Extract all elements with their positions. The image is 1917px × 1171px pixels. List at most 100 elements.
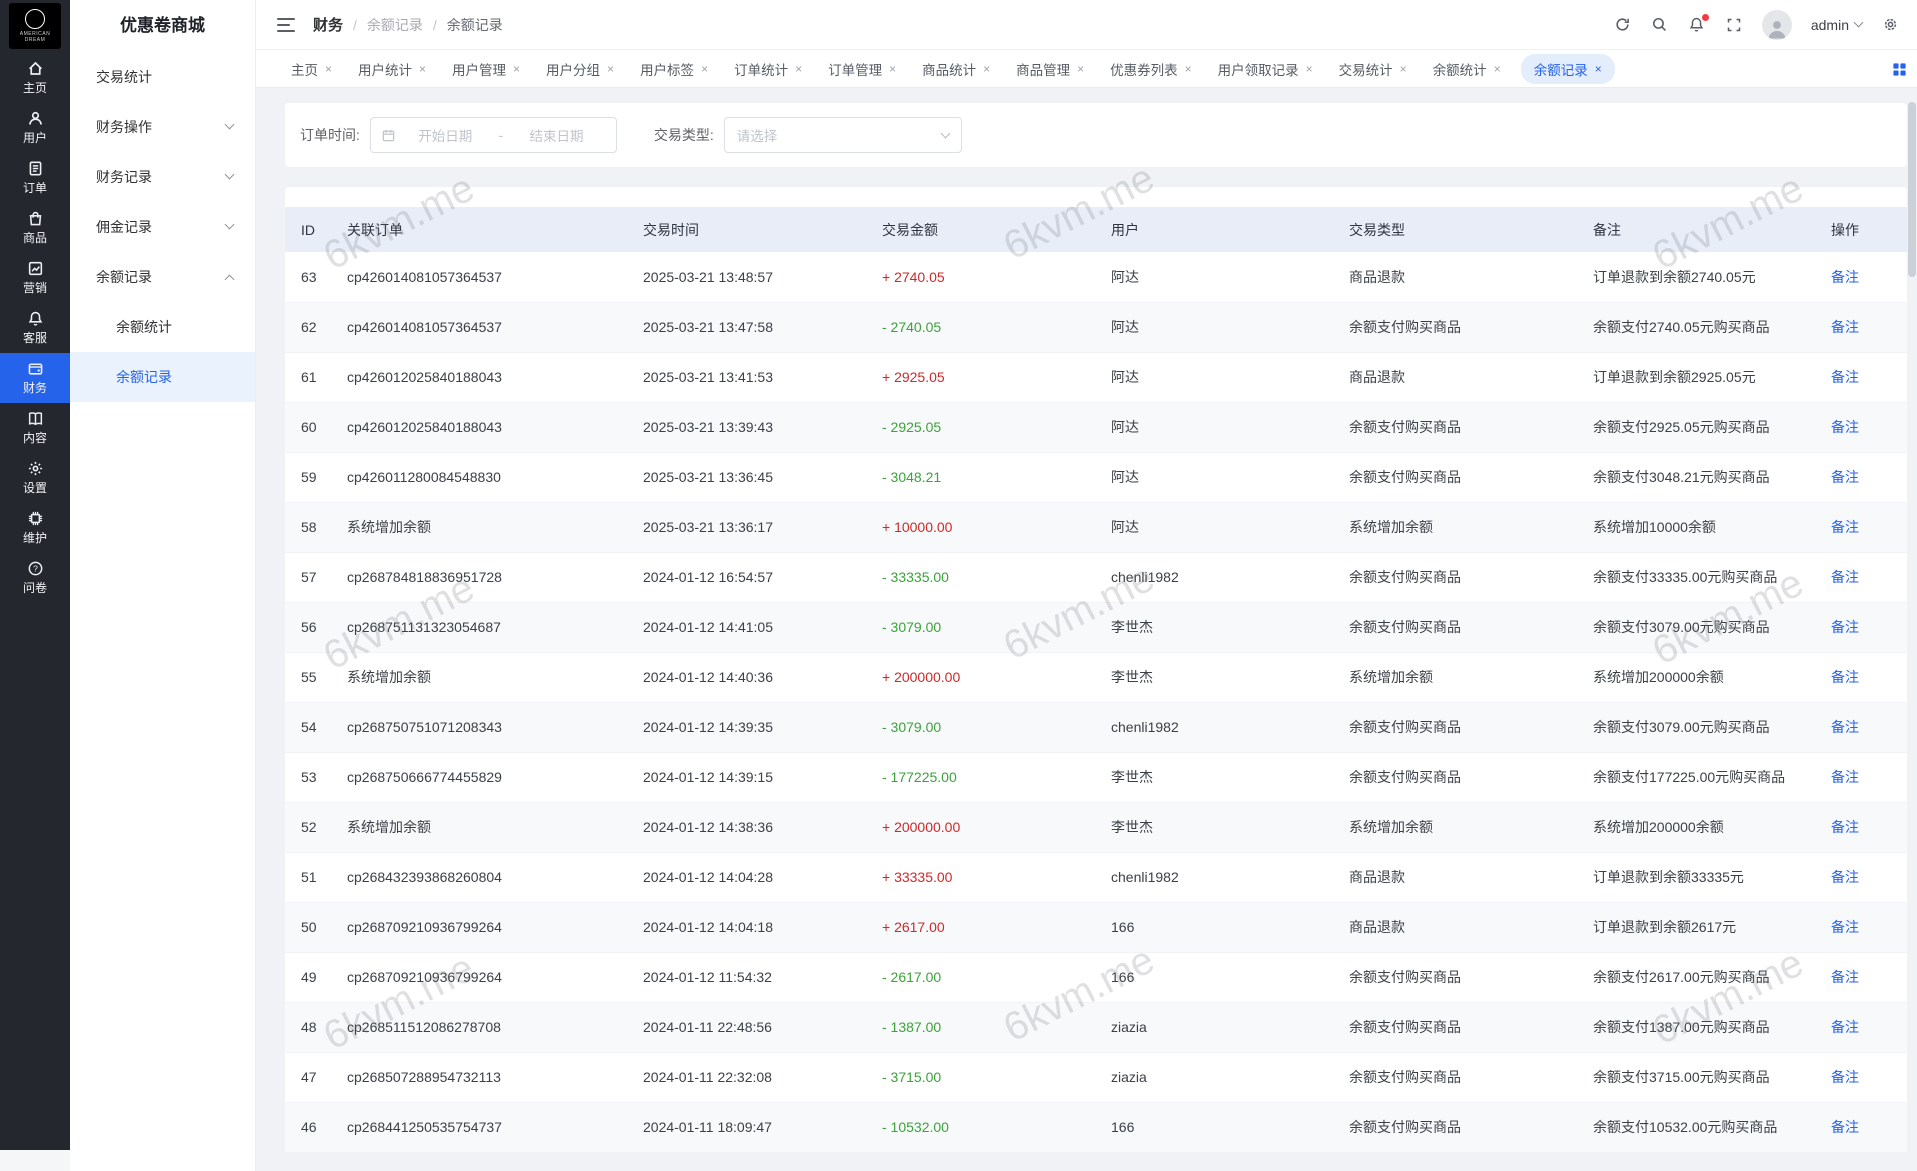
gear-icon[interactable] <box>1881 16 1899 34</box>
tab-0[interactable]: 主页 × <box>285 54 338 84</box>
tab-1[interactable]: 用户统计 × <box>352 54 432 84</box>
close-icon[interactable]: × <box>701 63 708 75</box>
cell-order: cp268709210936799264 <box>331 902 627 952</box>
cell-amount: + 2617.00 <box>866 902 1095 952</box>
close-icon[interactable]: × <box>1400 63 1407 75</box>
remark-link[interactable]: 备注 <box>1831 1069 1859 1085</box>
submenu-item-5[interactable]: 余额统计 <box>70 302 255 352</box>
cell-remark: 余额支付2925.05元购买商品 <box>1577 402 1815 452</box>
remark-link[interactable]: 备注 <box>1831 869 1859 885</box>
cell-id: 53 <box>285 752 331 802</box>
select-placeholder: 请选择 <box>737 125 778 145</box>
remark-link[interactable]: 备注 <box>1831 969 1859 985</box>
cell-id: 58 <box>285 502 331 552</box>
tab-11[interactable]: 交易统计 × <box>1333 54 1413 84</box>
cell-amount: - 2925.05 <box>866 402 1095 452</box>
tab-9[interactable]: 优惠券列表 × <box>1104 54 1198 84</box>
tab-4[interactable]: 用户标签 × <box>634 54 714 84</box>
close-icon[interactable]: × <box>325 63 332 75</box>
sidebar-item-content[interactable]: 内容 <box>0 403 70 453</box>
remark-link[interactable]: 备注 <box>1831 469 1859 485</box>
close-icon[interactable]: × <box>607 63 614 75</box>
remark-link[interactable]: 备注 <box>1831 769 1859 785</box>
sidebar-item-maintain[interactable]: 维护 <box>0 503 70 553</box>
remark-link[interactable]: 备注 <box>1831 519 1859 535</box>
close-icon[interactable]: × <box>1306 63 1313 75</box>
cell-user: chenli1982 <box>1095 852 1333 902</box>
tab-10[interactable]: 用户领取记录 × <box>1212 54 1319 84</box>
close-icon[interactable]: × <box>513 63 520 75</box>
sidebar-item-product[interactable]: 商品 <box>0 203 70 253</box>
cell-action: 备注 <box>1815 752 1907 802</box>
table-header-row: ID 关联订单 交易时间 交易金额 用户 交易类型 备注 操作 <box>285 207 1907 252</box>
submenu-item-0[interactable]: 交易统计 <box>70 52 255 102</box>
tab-7[interactable]: 商品统计 × <box>916 54 996 84</box>
date-range-input[interactable]: 开始日期 - 结束日期 <box>370 117 617 153</box>
remark-link[interactable]: 备注 <box>1831 669 1859 685</box>
sidebar-item-service[interactable]: 客服 <box>0 303 70 353</box>
cell-action: 备注 <box>1815 552 1907 602</box>
breadcrumb-item-balance-records[interactable]: 余额记录 <box>367 15 423 35</box>
cell-type: 余额支付购买商品 <box>1333 952 1577 1002</box>
tab-8[interactable]: 商品管理 × <box>1010 54 1090 84</box>
sidebar-item-order[interactable]: 订单 <box>0 153 70 203</box>
sidebar-item-survey[interactable]: ? 问卷 <box>0 553 70 603</box>
cell-order: cp426011280084548830 <box>331 452 627 502</box>
avatar[interactable] <box>1762 10 1792 40</box>
end-date-placeholder: 结束日期 <box>507 125 606 145</box>
app-logo[interactable]: AMERICAN DREAM <box>9 3 61 49</box>
close-icon[interactable]: × <box>1595 63 1602 75</box>
submenu-item-6[interactable]: 余额记录 <box>70 352 255 402</box>
cell-type: 余额支付购买商品 <box>1333 602 1577 652</box>
cell-type: 系统增加余额 <box>1333 802 1577 852</box>
tab-5[interactable]: 订单统计 × <box>728 54 808 84</box>
close-icon[interactable]: × <box>1185 63 1192 75</box>
grid-icon[interactable] <box>1892 62 1907 80</box>
tab-6[interactable]: 订单管理 × <box>822 54 902 84</box>
sidebar-collapse-icon[interactable] <box>277 18 295 32</box>
submenu-item-1[interactable]: 财务操作 <box>70 102 255 152</box>
cell-remark: 订单退款到余额33335元 <box>1577 852 1815 902</box>
breadcrumb-item-finance[interactable]: 财务 <box>313 14 343 35</box>
user-menu[interactable]: admin <box>1811 17 1862 33</box>
close-icon[interactable]: × <box>983 63 990 75</box>
close-icon[interactable]: × <box>419 63 426 75</box>
remark-link[interactable]: 备注 <box>1831 569 1859 585</box>
remark-link[interactable]: 备注 <box>1831 269 1859 285</box>
sidebar-item-home[interactable]: 主页 <box>0 53 70 103</box>
close-icon[interactable]: × <box>1077 63 1084 75</box>
sidebar-item-finance[interactable]: 财务 <box>0 353 70 403</box>
refresh-icon[interactable] <box>1614 16 1632 34</box>
sidebar-item-user[interactable]: 用户 <box>0 103 70 153</box>
tab-2[interactable]: 用户管理 × <box>446 54 526 84</box>
remark-link[interactable]: 备注 <box>1831 619 1859 635</box>
remark-link[interactable]: 备注 <box>1831 369 1859 385</box>
submenu-item-3[interactable]: 佣金记录 <box>70 202 255 252</box>
close-icon[interactable]: × <box>1494 63 1501 75</box>
remark-link[interactable]: 备注 <box>1831 1119 1859 1135</box>
table-row: 63 cp426014081057364537 2025-03-21 13:48… <box>285 252 1907 302</box>
remark-link[interactable]: 备注 <box>1831 819 1859 835</box>
transaction-type-select[interactable]: 请选择 <box>724 117 962 153</box>
tab-3[interactable]: 用户分组 × <box>540 54 620 84</box>
cell-time: 2025-03-21 13:41:53 <box>627 352 866 402</box>
remark-link[interactable]: 备注 <box>1831 1019 1859 1035</box>
submenu-item-2[interactable]: 财务记录 <box>70 152 255 202</box>
close-icon[interactable]: × <box>795 63 802 75</box>
remark-link[interactable]: 备注 <box>1831 719 1859 735</box>
fullscreen-icon[interactable] <box>1725 16 1743 34</box>
chevron-down-icon <box>940 129 950 139</box>
sidebar-item-marketing[interactable]: 营销 <box>0 253 70 303</box>
search-icon[interactable] <box>1651 16 1669 34</box>
remark-link[interactable]: 备注 <box>1831 319 1859 335</box>
remark-link[interactable]: 备注 <box>1831 919 1859 935</box>
tab-12[interactable]: 余额统计 × <box>1427 54 1507 84</box>
sidebar-item-settings[interactable]: 设置 <box>0 453 70 503</box>
remark-link[interactable]: 备注 <box>1831 419 1859 435</box>
tab-13[interactable]: 余额记录 × <box>1521 54 1615 84</box>
submenu-item-4[interactable]: 余额记录 <box>70 252 255 302</box>
bell-icon[interactable] <box>1688 16 1706 34</box>
scrollbar-thumb[interactable] <box>1908 102 1916 277</box>
cell-action: 备注 <box>1815 952 1907 1002</box>
close-icon[interactable]: × <box>889 63 896 75</box>
